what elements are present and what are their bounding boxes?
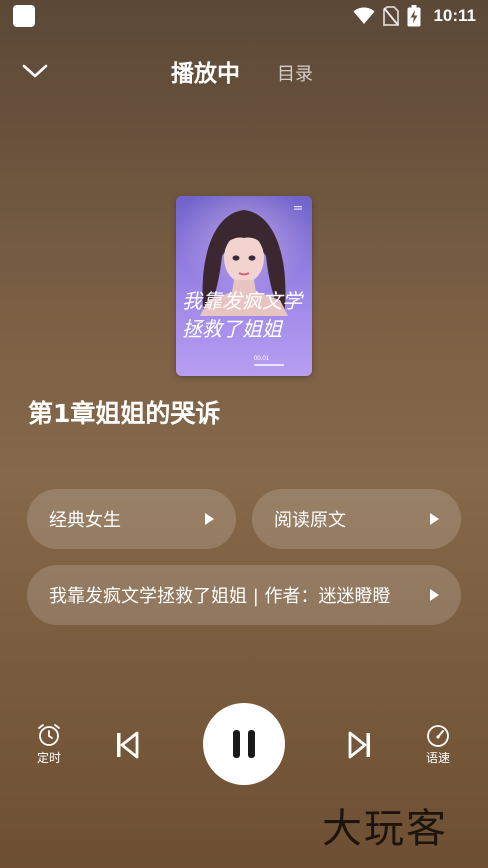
cover-number: 00.01: [254, 356, 270, 362]
status-icons: 10:11: [353, 4, 476, 28]
play-arrow-icon: [430, 589, 439, 601]
collapse-button[interactable]: [18, 54, 52, 88]
timer-button[interactable]: 定时: [36, 723, 62, 766]
pause-button[interactable]: [203, 703, 285, 785]
speed-button[interactable]: 语速: [425, 723, 451, 766]
cover-title-line1: 我靠发疯文学: [182, 289, 304, 313]
alarm-clock-icon: [38, 724, 60, 746]
voice-label: 经典女生: [49, 510, 121, 531]
tab-catalog[interactable]: 目录: [277, 60, 313, 86]
wifi-icon: [353, 7, 375, 24]
player-header: 播放中 目录: [0, 48, 488, 92]
voice-select-button[interactable]: 经典女生: [27, 489, 236, 549]
tab-now-playing[interactable]: 播放中: [171, 54, 240, 88]
cover-title-line2: 拯救了姐姐: [182, 317, 284, 341]
book-cover: 我靠发疯文学 拯救了姐姐 00.01: [176, 196, 312, 376]
cover-illustration: 我靠发疯文学 拯救了姐姐 00.01: [176, 196, 312, 376]
book-info-button[interactable]: 我靠发疯文学拯救了姐姐 | 作者：迷迷瞪瞪: [27, 565, 461, 625]
play-arrow-icon: [430, 513, 439, 525]
no-sim-icon: [383, 6, 400, 26]
chevron-down-icon: [22, 64, 48, 78]
next-chapter-button[interactable]: [347, 730, 373, 760]
timer-label: 定时: [36, 751, 61, 765]
app-square-icon: [13, 5, 35, 27]
read-original-label: 阅读原文: [274, 510, 346, 531]
play-arrow-icon: [205, 513, 214, 525]
status-bar: 10:11: [0, 0, 488, 32]
battery-charging-icon: [407, 5, 421, 27]
speed-label: 语速: [425, 751, 450, 765]
previous-chapter-button[interactable]: [114, 730, 140, 760]
speedometer-icon: [427, 725, 449, 747]
chapter-title: 第1章姐姐的哭诉: [28, 399, 221, 428]
pause-icon: [233, 730, 240, 758]
skip-previous-icon: [117, 731, 139, 759]
status-time: 10:11: [433, 6, 476, 25]
book-info-label: 我靠发疯文学拯救了姐姐 | 作者：迷迷瞪瞪: [49, 586, 391, 607]
watermark-logo: 大玩客: [322, 806, 448, 852]
skip-next-icon: [348, 731, 370, 759]
playback-controls: 定时 语速: [0, 700, 488, 790]
read-original-button[interactable]: 阅读原文: [252, 489, 461, 549]
